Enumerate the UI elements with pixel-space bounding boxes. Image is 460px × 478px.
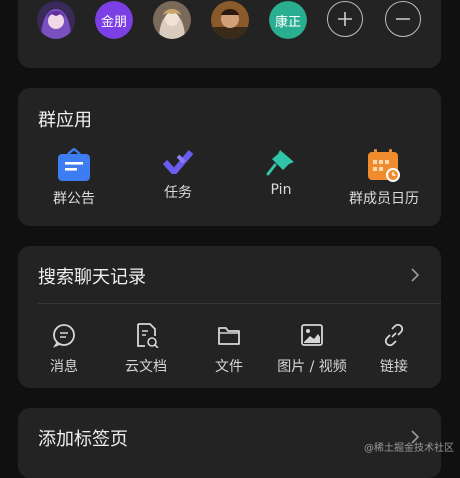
image-icon [301,324,323,346]
tool-label: 云文档 [125,359,167,375]
man-avatar-image [211,1,249,39]
add-member-button[interactable] [327,1,363,37]
search-images-videos[interactable]: 图片 / 视频 [268,322,356,376]
plus-icon [338,12,352,26]
cloud-doc-icon [137,323,159,349]
add-tag-title[interactable]: 添加标签页 [38,425,128,451]
tool-label: 文件 [215,359,243,375]
tool-label: 链接 [380,359,408,375]
search-messages[interactable]: 消息 [20,322,108,376]
search-history-title[interactable]: 搜索聊天记录 [38,263,146,289]
minus-icon [396,18,410,20]
task-check-icon [162,150,194,175]
tool-label: 消息 [50,359,78,375]
message-icon [52,324,75,348]
link-icon [384,323,404,347]
group-apps-title: 群应用 [38,110,92,131]
search-cloud-docs[interactable]: 云文档 [102,322,190,376]
chevron-right-icon[interactable] [410,267,420,283]
pin-icon [266,150,294,176]
app-announcement[interactable]: 群公告 [29,148,119,208]
watermark: @稀土掘金技术社区 [364,443,454,454]
member-avatar-3[interactable] [153,1,191,39]
divider [38,303,441,304]
search-history-card: 搜索聊天记录 消息 云文档 文件 图片 / 视频 链接 [18,246,441,388]
announcement-icon [58,148,90,181]
calendar-icon [368,149,400,182]
app-label: Pin [270,182,292,198]
app-pin[interactable]: Pin [236,148,326,198]
app-label: 群成员日历 [349,191,419,207]
tool-label: 图片 / 视频 [277,359,347,375]
members-card: 金朋 康正 [18,0,441,68]
search-files[interactable]: 文件 [185,322,273,376]
remove-member-button[interactable] [385,1,421,37]
app-label: 群公告 [53,191,95,207]
doll-avatar-image [153,1,191,39]
search-links[interactable]: 链接 [350,322,438,376]
member-avatar-4[interactable] [211,1,249,39]
folder-icon [218,327,240,345]
app-member-calendar[interactable]: 群成员日历 [339,148,429,208]
member-avatar-5[interactable]: 康正 [269,1,307,39]
app-task[interactable]: 任务 [133,148,223,202]
anime-girl-avatar-image [37,1,75,39]
group-apps-card: 群应用 群公告 任务 Pin 群成员日历 [18,88,441,226]
avatar-initials: 康正 [269,1,307,39]
avatar-initials: 金朋 [95,1,133,39]
member-avatar-1[interactable] [37,1,75,39]
member-avatar-2[interactable]: 金朋 [95,1,133,39]
app-label: 任务 [164,185,192,201]
